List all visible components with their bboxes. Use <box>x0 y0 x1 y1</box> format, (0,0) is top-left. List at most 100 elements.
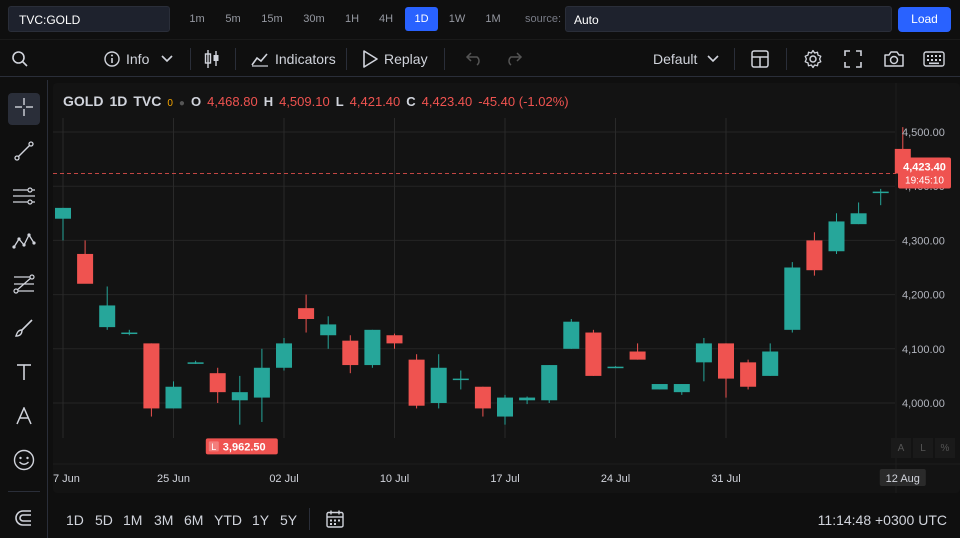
interval-30m[interactable]: 30m <box>296 7 332 31</box>
price-tick-label: 4,300.00 <box>902 235 945 247</box>
time-tick-label: 24 Jul <box>601 473 630 485</box>
interval-1mo[interactable]: 1M <box>479 7 507 31</box>
redo-icon <box>504 52 524 66</box>
redo-button[interactable] <box>504 40 524 78</box>
fib-tool[interactable] <box>8 270 40 302</box>
range-5d[interactable]: 5D <box>95 512 113 528</box>
candles-icon <box>203 49 221 69</box>
replay-button[interactable]: Replay <box>362 40 428 78</box>
candle-body <box>740 362 757 387</box>
source-select[interactable]: Auto <box>565 6 892 32</box>
undo-button[interactable] <box>464 40 484 78</box>
goto-date-button[interactable] <box>325 509 345 534</box>
candle <box>872 188 889 206</box>
info-button[interactable]: Info <box>104 40 173 78</box>
annotation-tool[interactable] <box>8 402 40 434</box>
candle-body <box>430 367 447 403</box>
gear-icon <box>803 49 823 69</box>
range-ytd[interactable]: YTD <box>214 512 242 528</box>
interval-1w[interactable]: 1W <box>443 7 471 31</box>
range-1d[interactable]: 1D <box>66 512 84 528</box>
time-tick-label: 25 Jun <box>157 473 190 485</box>
pattern-icon <box>12 229 36 256</box>
range-1m[interactable]: 1M <box>123 512 142 528</box>
candle-body <box>276 343 292 368</box>
toolbar-divider <box>190 48 191 70</box>
candle-body <box>519 397 536 401</box>
countdown-value: 19:45:10 <box>905 176 944 187</box>
candle-body <box>209 373 226 393</box>
layout-grid-icon <box>751 50 769 68</box>
range-3m[interactable]: 3M <box>154 512 173 528</box>
interval-4h[interactable]: 4H <box>372 7 400 31</box>
percent-scale-button[interactable]: % <box>935 438 955 458</box>
legend-separator: ● <box>178 98 185 109</box>
candle-body <box>320 324 337 336</box>
candle <box>695 337 712 382</box>
candle <box>77 240 94 284</box>
snapshot-button[interactable] <box>883 40 905 78</box>
candle <box>165 381 182 409</box>
candle <box>828 213 845 254</box>
keyboard-button[interactable] <box>923 40 945 78</box>
candle <box>651 384 668 390</box>
indicators-button[interactable]: Indicators <box>251 40 336 78</box>
auto-scale-button[interactable]: A <box>891 438 911 458</box>
interval-1d[interactable]: 1D <box>405 7 438 31</box>
layout-grid-button[interactable] <box>751 40 769 78</box>
time-axis[interactable]: 7 Jun 25 Jun 02 Jul 10 Jul 17 Jul 24 Jul 31 Ju… <box>53 469 926 486</box>
interval-1m[interactable]: 1m <box>182 7 212 31</box>
trendline-icon <box>13 140 35 167</box>
interval-5m[interactable]: 5m <box>218 7 248 31</box>
range-5y[interactable]: 5Y <box>280 512 297 528</box>
candle-body <box>497 397 513 417</box>
candle-body <box>364 329 381 366</box>
price-axis[interactable]: 4,000.004,100.004,200.004,300.004,400.00… <box>898 127 951 410</box>
candle-body <box>828 221 845 252</box>
load-button[interactable]: Load <box>898 7 951 32</box>
settings-button[interactable] <box>803 40 823 78</box>
magnet-icon <box>14 508 34 533</box>
font-icon <box>15 405 33 430</box>
pattern-tool[interactable] <box>8 226 40 258</box>
candle-body <box>607 366 624 369</box>
text-tool[interactable] <box>8 358 40 390</box>
search-icon <box>11 50 29 68</box>
range-6m[interactable]: 6M <box>184 512 203 528</box>
timezone-clock[interactable]: 11:14:48 +0300 UTC <box>818 512 947 528</box>
candle <box>231 375 248 425</box>
magnet-tool[interactable] <box>8 504 40 536</box>
trendline-tool[interactable] <box>8 137 40 169</box>
legend-symbol: GOLD <box>63 93 104 109</box>
info-icon <box>104 51 120 67</box>
symbol-input[interactable]: TVC:GOLD <box>8 6 170 32</box>
legend-interval: 1D <box>109 93 128 109</box>
time-tick-label: 7 Jun <box>53 473 80 485</box>
emoji-tool[interactable] <box>8 446 40 478</box>
indicators-icon <box>251 51 269 67</box>
bottom-bar: 1D 5D 1M 3M 6M YTD 1Y 5Y 11:14:48 +0300 … <box>53 500 960 538</box>
symbol-search-button[interactable] <box>11 40 29 78</box>
chart-toolbar: Info Indicators Replay Default <box>0 39 960 77</box>
layout-label: Default <box>653 51 698 67</box>
interval-15m[interactable]: 15m <box>254 7 290 31</box>
session-lines <box>62 118 727 438</box>
layout-select[interactable]: Default <box>653 40 719 78</box>
fullscreen-button[interactable] <box>844 40 862 78</box>
chart-pane[interactable]: L 3,962.50 4,000.00 4,100.00 4,200.00 4,300.… <box>53 83 960 493</box>
interval-1h[interactable]: 1H <box>338 7 366 31</box>
legend-change: -45.40 (-1.02%) <box>478 94 569 109</box>
legend-low-value: 4,421.40 <box>349 94 401 109</box>
candle-body <box>408 359 425 406</box>
candle-body <box>784 267 801 330</box>
price-chart[interactable]: L 3,962.50 4,000.00 4,100.00 4,200.00 4,300.… <box>53 83 960 493</box>
log-scale-button[interactable]: L <box>913 438 933 458</box>
range-1y[interactable]: 1Y <box>252 512 269 528</box>
brush-tool[interactable] <box>8 314 40 346</box>
candle-body <box>850 213 867 225</box>
horizontal-lines-tool[interactable] <box>8 182 40 214</box>
price-tick-label: 4,200.00 <box>902 290 945 302</box>
crosshair-tool[interactable] <box>8 93 40 125</box>
candle <box>253 348 270 422</box>
chart-type-button[interactable] <box>203 40 221 78</box>
